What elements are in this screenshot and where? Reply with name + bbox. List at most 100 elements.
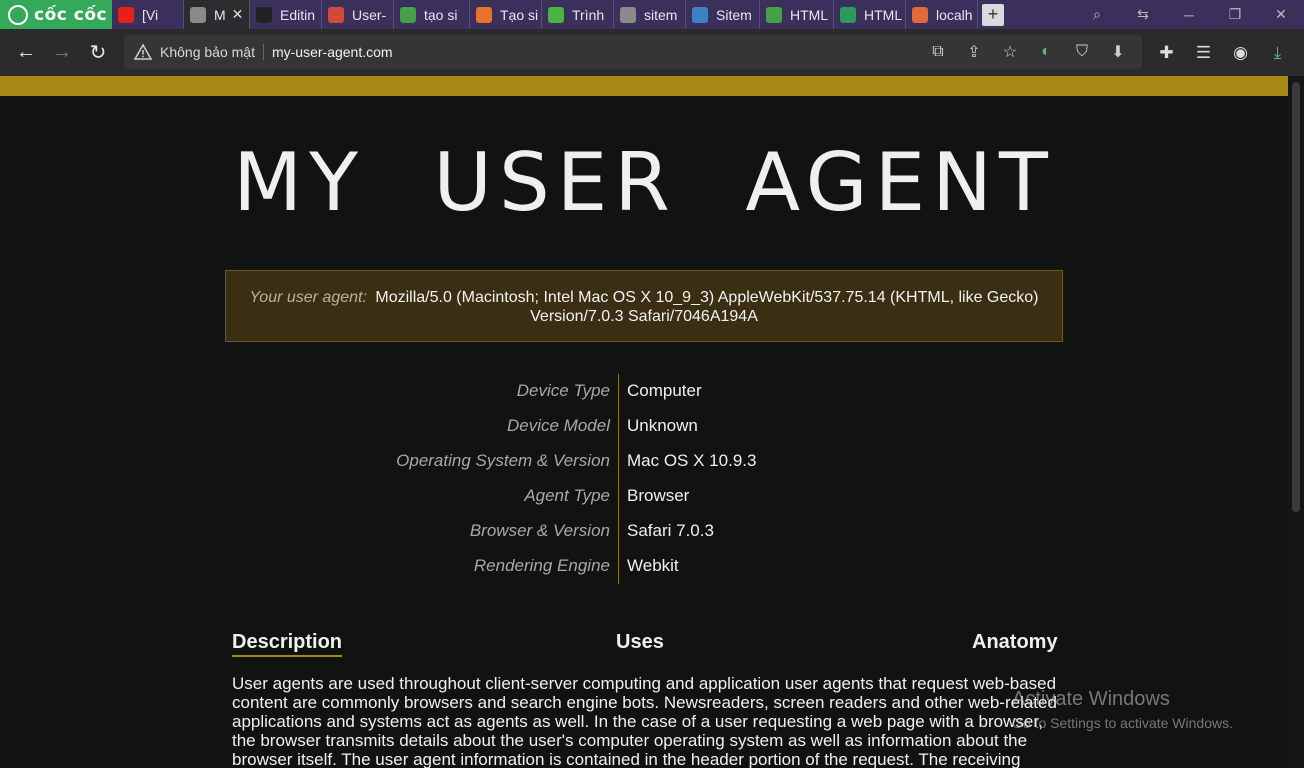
property-label: Device Type xyxy=(516,381,610,400)
warning-icon xyxy=(134,43,152,60)
description-text: User agents are used throughout client-s… xyxy=(232,674,1057,768)
tab-label: M xyxy=(214,6,226,23)
watermark-subtitle: Go to Settings to activate Windows. xyxy=(1012,715,1233,731)
property-row: Rendering Engine Webkit xyxy=(0,549,1288,584)
shield-icon xyxy=(548,6,564,23)
browser-tab[interactable]: Tạo si xyxy=(470,0,542,29)
property-row: Operating System & Version Mac OS X 10.9.… xyxy=(0,444,1288,479)
minimize-button[interactable]: ─ xyxy=(1166,7,1212,23)
browser-brand[interactable]: cốc cốc xyxy=(0,0,112,29)
scrollbar-thumb[interactable] xyxy=(1292,82,1300,512)
tab-label: tạo si xyxy=(424,6,458,23)
tab-label: sitem xyxy=(644,6,678,23)
property-row: Device Model Unknown xyxy=(0,409,1288,444)
tab-anatomy[interactable]: Anatomy xyxy=(972,631,1058,654)
browser-tab[interactable]: HTML xyxy=(760,0,834,29)
tab-label: Tạo si xyxy=(500,6,539,23)
box-icon xyxy=(912,6,928,23)
tab-description[interactable]: Description xyxy=(232,631,343,657)
user-agent-box: Your user agent: Mozilla/5.0 (Macintosh;… xyxy=(225,270,1063,342)
property-row: Device Type Computer xyxy=(0,374,1288,409)
user-agent-label: Your user agent: xyxy=(249,289,367,306)
circle-icon xyxy=(476,6,492,23)
browser-tab[interactable]: localh xyxy=(906,0,978,29)
security-indicator[interactable]: Không bảo mật xyxy=(124,43,255,61)
property-value: Safari 7.0.3 xyxy=(627,521,714,540)
page-content: MY USER AGENT Your user agent: Mozilla/5… xyxy=(0,76,1288,768)
github-icon xyxy=(256,6,272,23)
globe-icon xyxy=(190,6,206,23)
tab-label: localh xyxy=(936,6,973,23)
property-value: Unknown xyxy=(627,416,698,435)
property-value: Mac OS X 10.9.3 xyxy=(627,451,757,470)
properties-divider xyxy=(618,374,619,584)
back-button[interactable]: ← xyxy=(8,35,44,71)
property-label: Agent Type xyxy=(524,486,610,505)
tab-label: HTML xyxy=(864,6,903,23)
brand-label: cốc cốc xyxy=(34,4,108,25)
windows-activation-watermark: Activate Windows Go to Settings to activ… xyxy=(1012,688,1233,731)
url-text[interactable]: my-user-agent.com xyxy=(272,44,393,60)
reading-list-icon[interactable]: ☰ xyxy=(1185,43,1222,63)
tab-label: User- xyxy=(352,6,387,23)
tab-label: Editin xyxy=(280,6,316,23)
property-row: Browser & Version Safari 7.0.3 xyxy=(0,514,1288,549)
browser-tab[interactable]: Editin xyxy=(250,0,322,29)
dark-mode-icon[interactable]: ◐ xyxy=(1028,43,1064,61)
property-value: Webkit xyxy=(627,556,679,575)
property-value: Computer xyxy=(627,381,702,400)
property-label: Operating System & Version xyxy=(396,451,610,470)
watermark-title: Activate Windows xyxy=(1012,688,1170,710)
user-agent-value: Mozilla/5.0 (Macintosh; Intel Mac OS X 1… xyxy=(375,289,1039,325)
leaf-icon xyxy=(840,6,856,23)
property-value: Browser xyxy=(627,486,690,505)
browser-tab[interactable]: sitem xyxy=(614,0,686,29)
security-label: Không bảo mật xyxy=(160,44,255,60)
image-icon xyxy=(328,6,344,23)
bookmark-star-icon[interactable]: ☆ xyxy=(992,42,1028,62)
leaf-icon xyxy=(400,6,416,23)
browser-tab[interactable]: Sitem xyxy=(686,0,760,29)
property-label: Rendering Engine xyxy=(473,556,610,575)
browser-tab[interactable]: Trình xyxy=(542,0,614,29)
coccoc-logo-icon xyxy=(8,4,28,25)
page-title: MY USER AGENT xyxy=(233,136,1055,229)
globe-icon xyxy=(620,6,636,23)
g-icon xyxy=(692,6,708,23)
downloads-icon[interactable]: ⤓ xyxy=(1259,43,1296,63)
profile-avatar-icon[interactable]: ◉ xyxy=(1222,43,1259,63)
property-row: Agent Type Browser xyxy=(0,479,1288,514)
browser-tab[interactable]: HTML xyxy=(834,0,906,29)
tab-label: HTML xyxy=(790,6,829,23)
browser-tab[interactable]: tạo si xyxy=(394,0,470,29)
translate-icon[interactable]: ⧉ xyxy=(920,43,956,61)
tab-label: Trình xyxy=(572,6,605,23)
tab-label: Sitem xyxy=(716,6,752,23)
extensions-icon[interactable]: ✚ xyxy=(1148,43,1185,63)
property-label: Browser & Version xyxy=(469,521,610,540)
tab-label: [Vi xyxy=(142,6,159,23)
forward-button[interactable]: → xyxy=(44,35,80,71)
tab-uses[interactable]: Uses xyxy=(616,631,664,654)
new-tab-button[interactable]: + xyxy=(982,3,1004,26)
download-page-icon[interactable]: ⬇ xyxy=(1100,42,1136,62)
share-icon[interactable]: ⇪ xyxy=(956,42,992,62)
search-tabs-icon[interactable]: ⌕ xyxy=(1074,6,1120,23)
close-window-button[interactable]: ✕ xyxy=(1258,6,1304,23)
address-bar[interactable]: Không bảo mật my-user-agent.com ⧉ ⇪ ☆ ◐ … xyxy=(124,35,1142,69)
leaf-icon xyxy=(766,6,782,23)
browser-toolbar: ← → ↻ Không bảo mật my-user-agent.com ⧉ … xyxy=(0,29,1304,76)
back-forward-icon[interactable]: ⇆ xyxy=(1120,6,1166,23)
browser-tab[interactable]: M ✕ xyxy=(184,0,250,29)
top-accent-bar xyxy=(0,76,1288,96)
browser-tab[interactable]: User- xyxy=(322,0,394,29)
property-label: Device Model xyxy=(507,416,610,435)
close-tab-icon[interactable]: ✕ xyxy=(232,6,244,23)
page-scrollbar[interactable] xyxy=(1288,76,1304,768)
restore-button[interactable]: ❐ xyxy=(1212,6,1258,23)
youtube-icon xyxy=(118,6,134,23)
reload-button[interactable]: ↻ xyxy=(80,35,116,71)
browser-tab[interactable]: [Vi xyxy=(112,0,184,29)
shield-icon[interactable]: ⛉ xyxy=(1064,43,1100,61)
tab-bar: cốc cốc [Vi M ✕ Editin User-tạo si Tạo si Trìn… xyxy=(0,0,1304,29)
